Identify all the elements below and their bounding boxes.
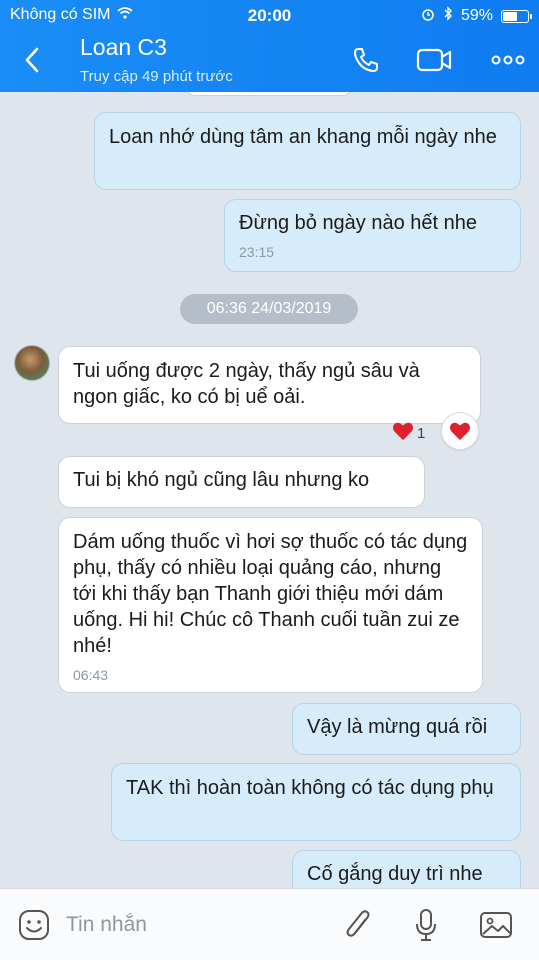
reaction-summary[interactable]: 1 [392, 421, 425, 445]
heart-icon [450, 422, 470, 441]
message-time: 06:43 [73, 667, 109, 683]
message-bubble-received[interactable]: Tui bị khó ngủ cũng lâu nhưng ko [58, 456, 425, 508]
message-list[interactable]: Loan nhớ dùng tâm an khang mỗi ngày nhe … [0, 92, 539, 888]
composer-bar [0, 888, 539, 960]
status-bar: Không có SIM 20:00 59% [0, 0, 539, 30]
battery-percent: 59% [460, 7, 493, 24]
message-bubble-received[interactable]: Tui uống được 2 ngày, thấy ngủ sâu và ng… [58, 346, 481, 424]
message-bubble-sent[interactable]: Đừng bỏ ngày nào hết nhe 23:15 [224, 199, 521, 272]
message-input[interactable] [66, 909, 316, 941]
avatar[interactable] [14, 345, 50, 381]
contact-name[interactable]: Loan C3 [80, 34, 167, 61]
sticker-icon [19, 910, 49, 940]
alarm-icon [421, 7, 435, 26]
message-bubble-sent[interactable]: Loan nhớ dùng tâm an khang mỗi ngày nhe [94, 112, 521, 190]
message-text: Vậy là mừng quá rồi [307, 716, 488, 738]
message-text: Loan nhớ dùng tâm an khang mỗi ngày nhe [109, 126, 497, 148]
message-text: Dám uống thuốc vì hơi sợ thuốc có tác dụ… [73, 531, 468, 657]
video-icon [416, 48, 452, 72]
battery-icon [501, 9, 532, 23]
message-bubble-sent[interactable]: Vậy là mừng quá rồi [292, 703, 521, 755]
attach-button[interactable] [338, 905, 378, 945]
message-text: TAK thì hoàn toàn không có tác dụng phụ [126, 777, 494, 799]
message-bubble-sent[interactable]: TAK thì hoàn toàn không có tác dụng phụ [111, 763, 521, 841]
sticker-button[interactable] [14, 905, 54, 945]
back-button[interactable] [14, 42, 50, 78]
image-button[interactable] [476, 905, 516, 945]
last-seen: Truy cập 49 phút trước [80, 68, 233, 85]
more-icon [491, 55, 525, 65]
call-button[interactable] [348, 42, 384, 78]
chat-header: Không có SIM 20:00 59% Loan C3 Truy cập … [0, 0, 539, 92]
back-icon [25, 47, 39, 73]
voice-button[interactable] [406, 905, 446, 945]
phone-icon [354, 48, 378, 72]
image-icon [480, 912, 512, 938]
heart-icon [392, 421, 414, 445]
message-text: Tui uống được 2 ngày, thấy ngủ sâu và ng… [73, 360, 420, 408]
message-bubble-received[interactable]: Dám uống thuốc vì hơi sợ thuốc có tác dụ… [58, 517, 483, 693]
attachment-icon [346, 910, 370, 937]
message-text: Tui bị khó ngủ cũng lâu nhưng ko [73, 469, 370, 491]
previous-message-fragment [186, 92, 352, 96]
message-time: 23:15 [239, 244, 275, 260]
bluetooth-icon [443, 6, 453, 26]
nav-row: Loan C3 Truy cập 49 phút trước [0, 30, 539, 92]
date-separator: 06:36 24/03/2019 [180, 294, 358, 324]
message-text: Cố gắng duy trì nhe [307, 863, 483, 885]
react-heart-button[interactable] [441, 412, 479, 450]
microphone-icon [416, 909, 436, 941]
message-text: Đừng bỏ ngày nào hết nhe [239, 212, 478, 234]
message-bubble-sent[interactable]: Cố gắng duy trì nhe [292, 850, 521, 888]
status-right: 59% [421, 6, 532, 26]
video-call-button[interactable] [416, 42, 452, 78]
reaction-count: 1 [417, 424, 426, 442]
more-button[interactable] [490, 42, 526, 78]
